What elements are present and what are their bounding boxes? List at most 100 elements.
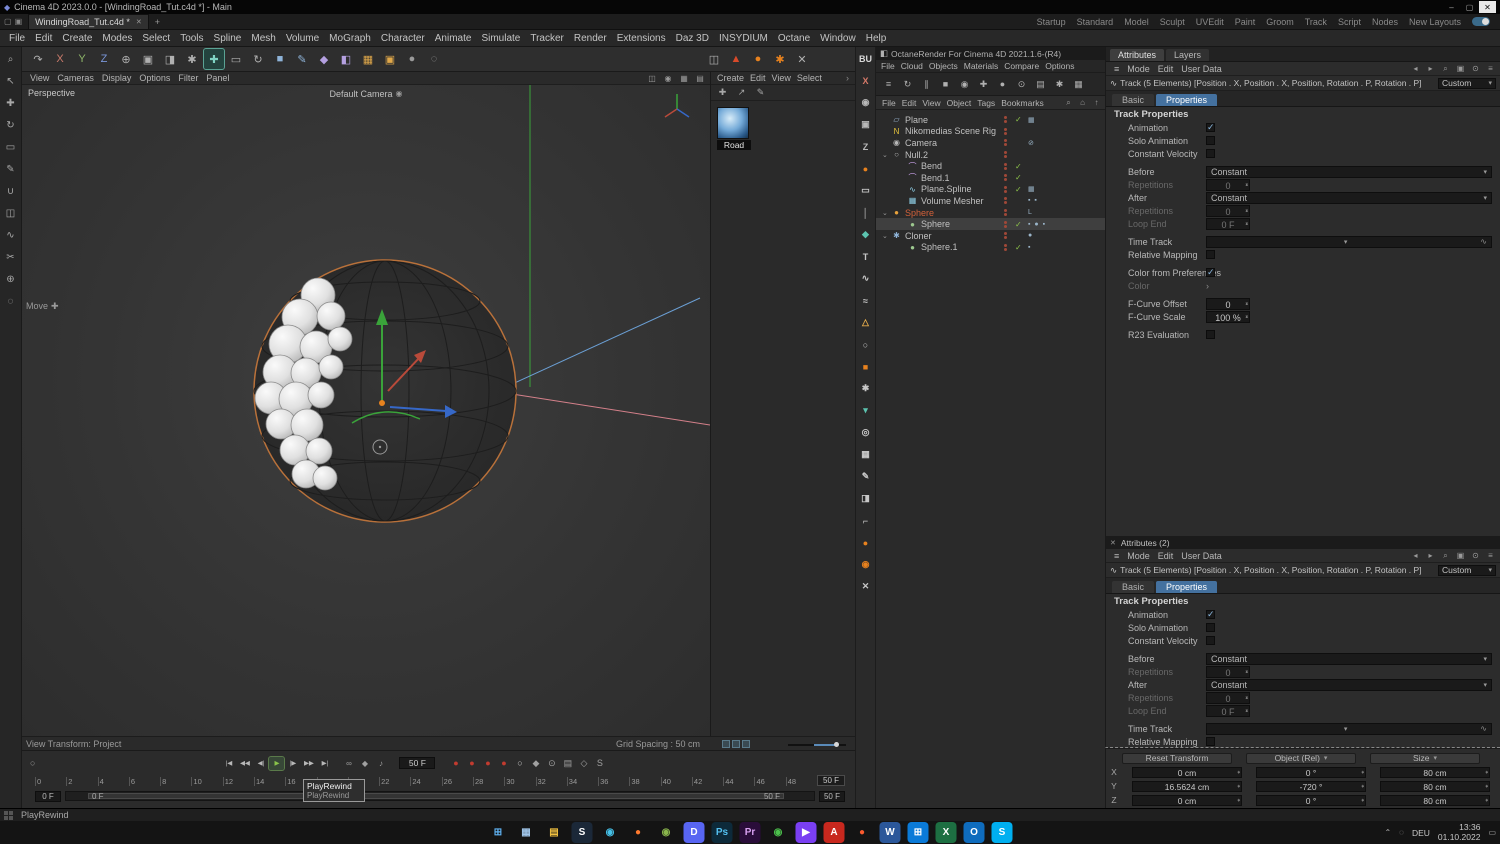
spline-pen-button[interactable]: ✎: [292, 49, 312, 69]
mirror-tool-icon[interactable]: ◫: [2, 205, 20, 221]
menubar-item[interactable]: Volume: [281, 33, 324, 44]
scroll-up-icon[interactable]: ↑: [1091, 98, 1102, 108]
render-view-button[interactable]: ▣: [138, 49, 158, 69]
object-row[interactable]: ⌒ Bend ✓: [876, 160, 1105, 172]
tab-basic[interactable]: Basic: [1112, 94, 1155, 106]
property-dropdown[interactable]: ▾: [1206, 235, 1492, 248]
lock-icon[interactable]: ⊙: [1014, 77, 1029, 92]
visibility-dots[interactable]: [1004, 232, 1007, 240]
gear-icon[interactable]: ✱: [857, 380, 874, 397]
object-row[interactable]: ∿ Plane.Spline ✓ ▦: [876, 184, 1105, 196]
adobe-icon[interactable]: A: [823, 822, 845, 843]
object-row[interactable]: ⌄ ✱ Cloner ●: [876, 230, 1105, 242]
primitive-cube-button[interactable]: ■: [270, 49, 290, 69]
overflow-icon[interactable]: ›: [843, 73, 852, 83]
display-wireframe-button[interactable]: ◌: [424, 49, 444, 69]
maximize-button[interactable]: ▢: [1461, 1, 1478, 13]
language-indicator[interactable]: DEU: [1412, 828, 1430, 838]
object-tags[interactable]: ⊘: [1028, 139, 1100, 147]
sculpt-tool-icon[interactable]: ◌: [2, 293, 20, 309]
word-icon[interactable]: W: [879, 822, 901, 843]
object-row[interactable]: ⌄ ● Sphere L: [876, 207, 1105, 219]
xparticles-button[interactable]: ✕: [792, 49, 812, 69]
viewport-grid-icon[interactable]: ▦: [678, 73, 690, 84]
position-mode-dropdown[interactable]: Object (Rel) ▾: [1246, 752, 1356, 764]
property-checkbox[interactable]: [1206, 250, 1215, 259]
property-dropdown[interactable]: Constant ▾: [1206, 678, 1492, 691]
render-region-icon[interactable]: ▣: [857, 116, 874, 133]
preset-dropdown[interactable]: Custom ▾: [1438, 564, 1496, 576]
tray-audio-icon[interactable]: ◌: [1399, 828, 1404, 837]
current-frame-field[interactable]: 50 F: [399, 757, 436, 769]
visibility-dots[interactable]: [1004, 116, 1007, 124]
menubar-item[interactable]: Extensions: [612, 33, 671, 44]
minimize-button[interactable]: –: [1443, 1, 1460, 13]
stop-icon[interactable]: ■: [938, 77, 953, 92]
attr-menu-mode[interactable]: Mode: [1123, 64, 1154, 74]
object-tags[interactable]: ▦: [1028, 185, 1100, 193]
octane-menu-item[interactable]: File: [878, 61, 898, 71]
autokey-button[interactable]: ⊙: [545, 757, 558, 770]
expand-icon[interactable]: ⌄: [882, 151, 891, 159]
range-track[interactable]: 0 F 50 F: [65, 791, 815, 801]
snapshot-button[interactable]: ◇: [577, 757, 590, 770]
visibility-dots[interactable]: [1004, 174, 1007, 182]
torus-icon[interactable]: ◎: [857, 424, 874, 441]
task-view-icon[interactable]: ▦: [516, 822, 537, 843]
record-position-button[interactable]: ●: [465, 757, 478, 770]
focus-picker-icon[interactable]: ✚: [976, 77, 991, 92]
object-row[interactable]: ⌄ ○ Null.2: [876, 149, 1105, 161]
object-manager-menu-item[interactable]: Tags: [974, 98, 998, 108]
octane-logo-icon[interactable]: ◉: [857, 556, 874, 573]
octane-ball-icon[interactable]: ●: [857, 160, 874, 177]
pyramid-icon[interactable]: △: [857, 314, 874, 331]
brave-icon[interactable]: ●: [852, 822, 873, 843]
visibility-dots[interactable]: [1004, 220, 1007, 228]
subdivision-surface-button[interactable]: ◆: [314, 49, 334, 69]
property-checkbox[interactable]: [1206, 136, 1215, 145]
viewport-options-icon[interactable]: ▤: [694, 73, 706, 84]
skype-icon[interactable]: S: [991, 822, 1013, 843]
property-checkbox[interactable]: [1206, 122, 1215, 133]
open-document-icon[interactable]: ▣: [15, 17, 23, 26]
text-icon[interactable]: T: [857, 248, 874, 265]
sphere-icon[interactable]: ○: [857, 336, 874, 353]
select-tool-icon[interactable]: ↖: [2, 73, 20, 89]
enabled-check-icon[interactable]: ✓: [1015, 243, 1025, 252]
document-tab[interactable]: WindingRoad_Tut.c4d * ✕: [28, 14, 149, 29]
hidden-icons-chevron[interactable]: ⌃: [1384, 828, 1391, 837]
add-material-button[interactable]: ✚: [716, 86, 729, 99]
octane-render-button[interactable]: ●: [748, 49, 768, 69]
property-number-field[interactable]: 0: [1206, 204, 1250, 217]
viewport-menu-item[interactable]: Display: [98, 73, 136, 83]
layout-tab[interactable]: Track: [1305, 17, 1327, 27]
render-settings-button[interactable]: ✱: [182, 49, 202, 69]
property-checkbox[interactable]: [1206, 149, 1215, 158]
menubar-item[interactable]: Window: [815, 33, 861, 44]
visibility-dots[interactable]: [1004, 127, 1007, 135]
play-selection-button[interactable]: ◆: [358, 757, 371, 770]
enabled-check-icon[interactable]: ✓: [1015, 220, 1025, 229]
octane-flame-button[interactable]: ▲: [726, 49, 746, 69]
position-field[interactable]: 16.5624 cm: [1132, 780, 1242, 792]
paint-icon[interactable]: ✎: [857, 468, 874, 485]
tab-close-icon[interactable]: ✕: [136, 18, 142, 26]
rotation-field[interactable]: 0 °: [1256, 766, 1366, 778]
file-explorer-icon[interactable]: ▤: [544, 822, 565, 843]
previous-frame-button[interactable]: ◀|: [253, 757, 268, 770]
property-number-field[interactable]: 0 F: [1206, 704, 1250, 717]
object-row[interactable]: ● Sphere ✓ ▪ ● ▪: [876, 218, 1105, 230]
lock-icon[interactable]: ⊙: [1470, 64, 1481, 74]
xp-cube-icon[interactable]: ■: [857, 358, 874, 375]
edge-icon[interactable]: ◉: [600, 822, 621, 843]
materials-menu-item[interactable]: Edit: [747, 73, 769, 83]
material-thumbnail[interactable]: [717, 107, 749, 139]
object-tags[interactable]: ▪ ▪: [1028, 197, 1100, 204]
premiere-icon[interactable]: Pr: [739, 822, 761, 843]
layout-tab[interactable]: Model: [1124, 17, 1149, 27]
timeline-ruler[interactable]: 0246810121416182022242628303234363840424…: [35, 774, 846, 786]
refresh-icon[interactable]: ↻: [900, 77, 915, 92]
property-number-field[interactable]: 0: [1206, 178, 1250, 191]
load-material-button[interactable]: ↗: [735, 86, 748, 99]
visibility-dots[interactable]: [1004, 185, 1007, 193]
